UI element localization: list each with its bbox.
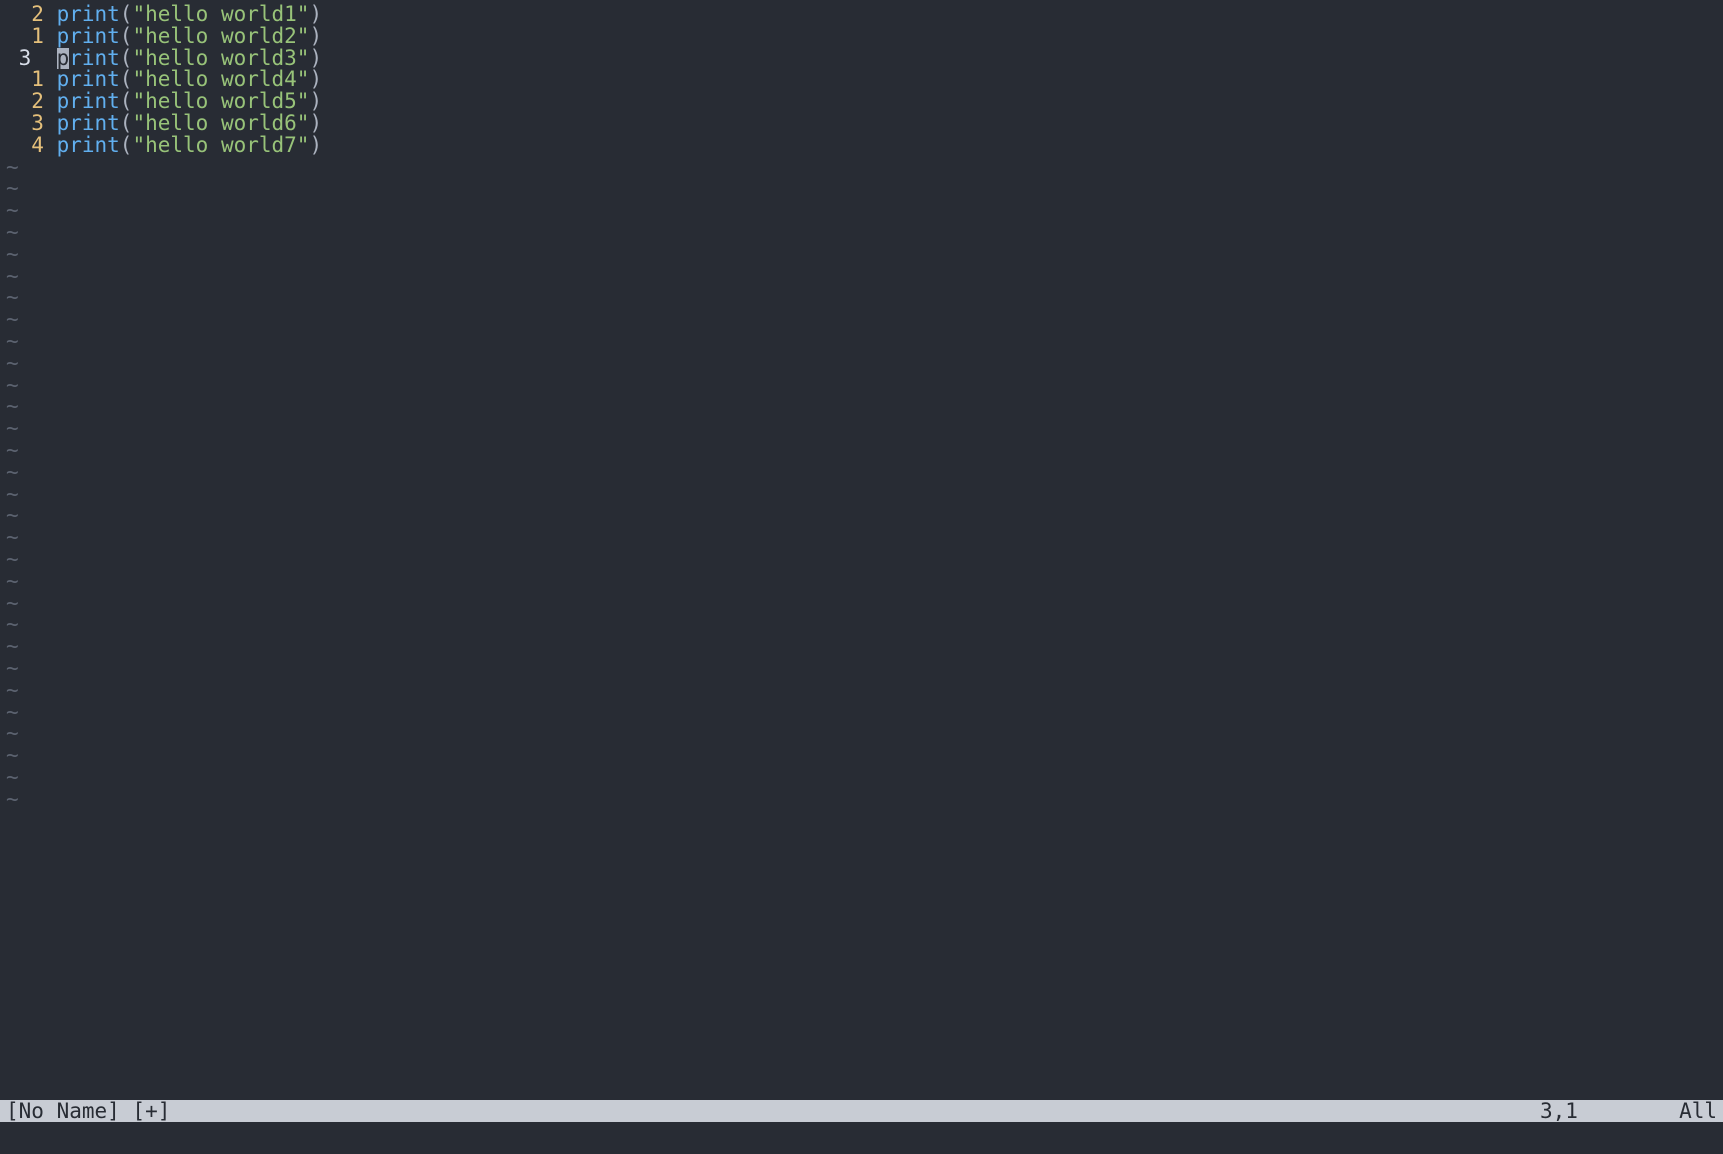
empty-line-tilde: ~ [0,462,1723,484]
empty-line-tilde: ~ [0,222,1723,244]
code-text: print("hello world1") [57,4,323,26]
vim-editor[interactable]: 2 print("hello world1")1 print("hello wo… [0,0,1723,1154]
code-text: print("hello world4") [57,69,323,91]
command-line[interactable] [0,1122,1723,1154]
status-bar: [No Name] [+] 3,1 All [0,1100,1723,1122]
empty-line-tilde: ~ [0,767,1723,789]
code-text: print("hello world7") [57,135,323,157]
line-number: 2 [0,91,44,113]
empty-line-tilde: ~ [0,396,1723,418]
empty-line-tilde: ~ [0,178,1723,200]
empty-line-tilde: ~ [0,266,1723,288]
empty-line-tilde: ~ [0,484,1723,506]
empty-line-tilde: ~ [0,549,1723,571]
line-number: 2 [0,4,44,26]
empty-line-tilde: ~ [0,527,1723,549]
code-line[interactable]: 1 print("hello world4") [0,69,1723,91]
editor-buffer[interactable]: 2 print("hello world1")1 print("hello wo… [0,0,1723,1100]
empty-line-tilde: ~ [0,157,1723,179]
empty-line-tilde: ~ [0,636,1723,658]
empty-line-tilde: ~ [0,200,1723,222]
code-line[interactable]: 4 print("hello world7") [0,135,1723,157]
empty-line-tilde: ~ [0,658,1723,680]
empty-line-tilde: ~ [0,309,1723,331]
status-filename: [No Name] [+] [6,1100,170,1122]
code-text: print("hello world5") [57,91,323,113]
code-text: print("hello world3") [57,48,323,70]
empty-line-tilde: ~ [0,440,1723,462]
code-line[interactable]: 1 print("hello world2") [0,26,1723,48]
line-number: 1 [0,69,44,91]
line-number: 1 [0,26,44,48]
code-line[interactable]: 2 print("hello world1") [0,4,1723,26]
code-text: print("hello world2") [57,26,323,48]
line-number: 3 [0,113,44,135]
line-number: 4 [0,135,44,157]
code-line[interactable]: 3 print("hello world3") [0,48,1723,70]
empty-line-tilde: ~ [0,614,1723,636]
empty-line-tilde: ~ [0,745,1723,767]
empty-line-tilde: ~ [0,593,1723,615]
cursor: p [57,48,70,70]
status-percent: All [1679,1100,1717,1122]
line-number: 3 [0,48,44,70]
empty-line-tilde: ~ [0,505,1723,527]
code-line[interactable]: 3 print("hello world6") [0,113,1723,135]
code-text: print("hello world6") [57,113,323,135]
empty-line-tilde: ~ [0,702,1723,724]
empty-line-tilde: ~ [0,287,1723,309]
status-spacer [170,1100,1540,1122]
empty-line-tilde: ~ [0,680,1723,702]
empty-line-tilde: ~ [0,244,1723,266]
empty-line-tilde: ~ [0,723,1723,745]
empty-line-tilde: ~ [0,789,1723,811]
empty-line-tilde: ~ [0,353,1723,375]
status-ruler: 3,1 [1540,1100,1578,1122]
empty-line-tilde: ~ [0,331,1723,353]
empty-line-tilde: ~ [0,571,1723,593]
empty-line-tilde: ~ [0,418,1723,440]
empty-line-tilde: ~ [0,375,1723,397]
code-line[interactable]: 2 print("hello world5") [0,91,1723,113]
